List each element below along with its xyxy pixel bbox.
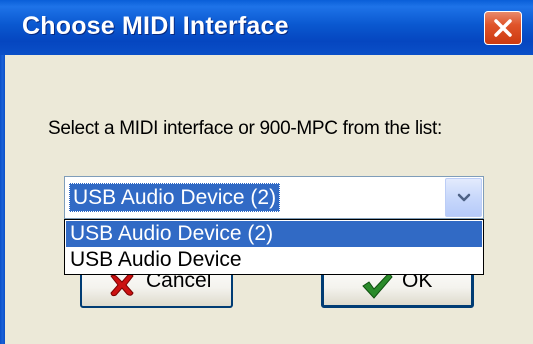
window-left-border [0, 55, 5, 344]
title-bar[interactable]: Choose MIDI Interface [0, 0, 533, 55]
list-item[interactable]: USB Audio Device [66, 247, 482, 273]
combobox-dropdown-button[interactable] [445, 178, 482, 217]
interface-dropdown-list[interactable]: USB Audio Device (2) USB Audio Device [64, 219, 484, 275]
choose-midi-interface-dialog: Choose MIDI Interface Select a MIDI inte… [0, 0, 533, 344]
window-title: Choose MIDI Interface [22, 12, 289, 40]
combobox-selected-value: USB Audio Device (2) [69, 183, 281, 212]
midi-interface-combobox[interactable]: USB Audio Device (2) [64, 176, 484, 219]
red-x-icon [110, 273, 134, 297]
close-button[interactable] [484, 11, 522, 45]
instruction-label: Select a MIDI interface or 900-MPC from … [48, 118, 442, 139]
list-item[interactable]: USB Audio Device (2) [66, 221, 482, 247]
close-icon [494, 19, 512, 37]
chevron-down-icon [457, 193, 471, 202]
